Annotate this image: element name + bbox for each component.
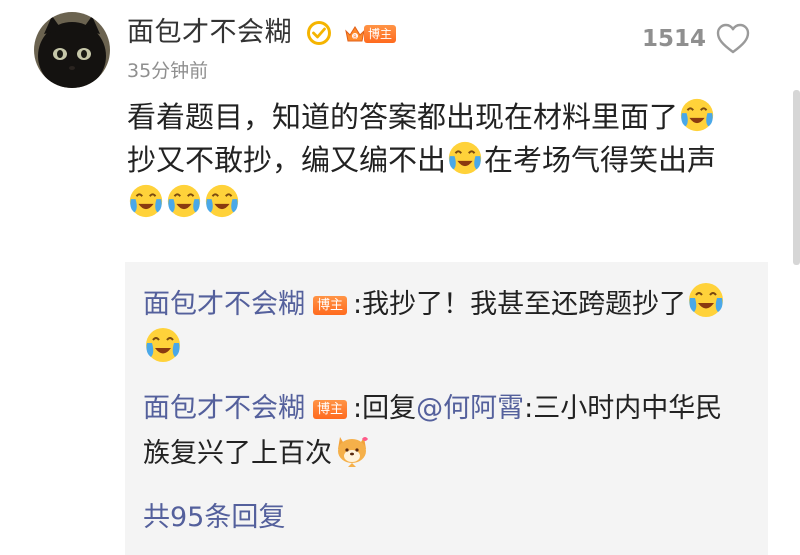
avatar[interactable]	[34, 12, 110, 88]
post-author-name[interactable]: 面包才不会糊	[127, 13, 292, 53]
shiba-dog-emoji-icon	[332, 429, 372, 469]
like-count: 1514	[641, 26, 706, 52]
owner-tag: 博主	[364, 25, 397, 43]
replies-preview[interactable]: 面包才不会糊 博主:我抄了！我甚至还跨题抄了 面包才不会糊 博主:回复@何阿霄:三小…	[125, 262, 768, 555]
svg-text:B: B	[353, 35, 357, 41]
verified-badge-icon	[307, 21, 331, 45]
laugh-cry-emoji-icon	[678, 96, 716, 134]
reply-prefix: :回复	[353, 393, 417, 424]
laugh-cry-emoji-icon	[165, 182, 203, 220]
post-timestamp: 35分钟前	[127, 60, 209, 82]
like-button[interactable]: 1514	[642, 22, 750, 56]
laugh-cry-emoji-icon	[686, 280, 726, 320]
more-replies-link[interactable]: 共95条回复	[143, 498, 285, 538]
reply-user-name[interactable]: 面包才不会糊	[143, 289, 305, 320]
author-owner-badge: B 博主	[344, 23, 397, 45]
reply-item[interactable]: 面包才不会糊 博主 :我抄了！我甚至还跨题抄了	[143, 280, 743, 370]
content-line-2b: 在考场气得笑出声	[484, 143, 717, 177]
post-content: 看着题目，知道的答案都出现在材料里面了 抄又不敢抄，编又编不出 在考场气得笑出声	[127, 96, 772, 225]
black-cat-avatar-icon	[34, 12, 110, 88]
laugh-cry-emoji-icon	[203, 182, 241, 220]
laugh-cry-emoji-icon	[127, 182, 165, 220]
heart-outline-icon	[716, 23, 750, 54]
reply-user-name[interactable]: 面包才不会糊	[143, 393, 305, 424]
scrollbar[interactable]	[793, 90, 800, 265]
content-line-2a: 抄又不敢抄，编又编不出	[127, 143, 447, 177]
reply-item[interactable]: 面包才不会糊 博主:回复@何阿霄:三小时内中华民族复兴了上百次	[143, 389, 743, 474]
mention-link[interactable]: @何阿霄	[416, 393, 524, 424]
owner-tag: 博主	[313, 400, 348, 419]
laugh-cry-emoji-icon	[143, 325, 183, 365]
owner-tag: 博主	[313, 296, 348, 315]
reply-text: :我抄了！我甚至还跨题抄了	[353, 289, 687, 320]
content-line-1: 看着题目，知道的答案都出现在材料里面了	[127, 100, 679, 134]
laugh-cry-emoji-icon	[446, 139, 484, 177]
crown-icon: B	[345, 26, 365, 42]
